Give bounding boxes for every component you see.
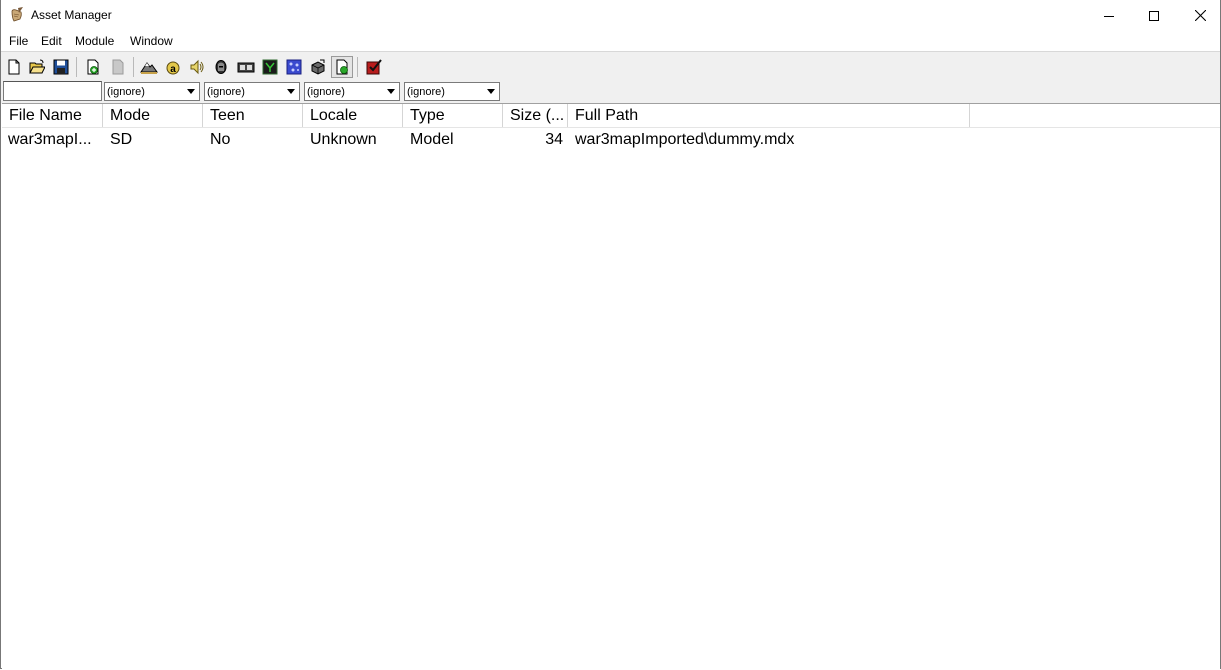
locale-filter-dropdown[interactable]: (ignore) xyxy=(304,82,400,101)
asset-manager-icon xyxy=(336,59,348,75)
search-input[interactable] xyxy=(3,81,102,101)
close-button[interactable] xyxy=(1177,0,1221,31)
chevron-down-icon xyxy=(483,84,498,99)
import-button[interactable] xyxy=(82,56,104,78)
cell-type: Model xyxy=(410,131,454,148)
column-header-full-path[interactable]: Full Path xyxy=(568,104,970,127)
import-manager-icon xyxy=(311,59,325,75)
menu-file[interactable]: File xyxy=(9,34,28,48)
maximize-icon xyxy=(1149,10,1159,21)
type-filter-value: (ignore) xyxy=(407,86,445,98)
cell-locale: Unknown xyxy=(310,131,377,148)
trigger-editor-button[interactable]: a xyxy=(162,56,184,78)
chevron-down-icon xyxy=(283,84,298,99)
table-row[interactable]: war3mapI... SD No Unknown Model 34 war3m… xyxy=(2,128,1220,152)
close-icon xyxy=(1194,10,1206,21)
menu-window[interactable]: Window xyxy=(130,34,173,48)
toolbar-separator xyxy=(357,57,358,77)
maximize-button[interactable] xyxy=(1131,0,1177,31)
column-header-size[interactable]: Size (... xyxy=(503,104,568,127)
open-button[interactable] xyxy=(26,56,48,78)
campaign-editor-icon xyxy=(237,62,255,73)
asset-manager-window: Asset Manager File Edit Module Window a … xyxy=(0,0,1221,670)
terrain-editor-button[interactable] xyxy=(138,56,160,78)
asset-manager-button[interactable] xyxy=(331,56,353,78)
column-header-mode[interactable]: Mode xyxy=(103,104,203,127)
trigger-editor-icon: a xyxy=(166,61,180,75)
import-file-icon xyxy=(87,59,99,75)
open-folder-icon xyxy=(29,59,45,74)
test-map-button[interactable] xyxy=(363,56,385,78)
asset-list[interactable]: File Name Mode Teen Locale Type Size (..… xyxy=(2,103,1220,670)
column-header-type[interactable]: Type xyxy=(403,104,503,127)
menu-edit[interactable]: Edit xyxy=(41,34,62,48)
save-button[interactable] xyxy=(50,56,72,78)
terrain-editor-icon xyxy=(140,62,158,74)
object-manager-button[interactable] xyxy=(283,56,305,78)
column-header-teen[interactable]: Teen xyxy=(203,104,303,127)
object-editor-button[interactable] xyxy=(210,56,232,78)
test-map-icon xyxy=(366,59,382,75)
column-header-file-name[interactable]: File Name xyxy=(2,104,103,127)
teen-filter-value: (ignore) xyxy=(207,86,245,98)
import-manager-button[interactable] xyxy=(307,56,329,78)
teen-filter-dropdown[interactable]: (ignore) xyxy=(204,82,300,101)
cell-size: 34 xyxy=(545,131,563,148)
cell-file-name: war3mapI... xyxy=(8,131,92,148)
toolbar: a (ignore) (ignore) (ignore) (ignore) xyxy=(1,51,1220,104)
object-manager-icon xyxy=(286,59,302,75)
sound-editor-icon xyxy=(190,59,204,75)
ai-editor-button[interactable] xyxy=(259,56,281,78)
new-button[interactable] xyxy=(3,56,25,78)
menu-bar: File Edit Module Window xyxy=(1,31,1220,51)
cell-mode: SD xyxy=(110,131,133,148)
list-header: File Name Mode Teen Locale Type Size (..… xyxy=(2,104,1220,128)
cell-full-path: war3mapImported\dummy.mdx xyxy=(575,131,795,148)
type-filter-dropdown[interactable]: (ignore) xyxy=(404,82,500,101)
save-disk-icon xyxy=(53,59,69,75)
new-document-icon xyxy=(8,59,20,75)
chevron-down-icon xyxy=(383,84,398,99)
campaign-editor-button[interactable] xyxy=(235,56,257,78)
export-file-icon xyxy=(112,59,124,75)
toolbar-separator xyxy=(76,57,77,77)
mode-filter-dropdown[interactable]: (ignore) xyxy=(104,82,200,101)
minimize-icon xyxy=(1104,15,1114,17)
column-header-filler xyxy=(970,104,1220,127)
column-header-locale[interactable]: Locale xyxy=(303,104,403,127)
window-title: Asset Manager xyxy=(31,8,112,22)
svg-text:a: a xyxy=(170,64,176,75)
object-editor-icon xyxy=(215,60,227,74)
locale-filter-value: (ignore) xyxy=(307,86,345,98)
minimize-button[interactable] xyxy=(1086,0,1132,31)
menu-module[interactable]: Module xyxy=(75,34,114,48)
mode-filter-value: (ignore) xyxy=(107,86,145,98)
sound-editor-button[interactable] xyxy=(186,56,208,78)
chevron-down-icon xyxy=(183,84,198,99)
export-button[interactable] xyxy=(107,56,129,78)
title-bar[interactable]: Asset Manager xyxy=(1,0,1220,31)
scroll-quill-icon xyxy=(9,7,25,23)
toolbar-separator xyxy=(133,57,134,77)
cell-teen: No xyxy=(210,131,231,148)
ai-editor-icon xyxy=(262,59,278,75)
